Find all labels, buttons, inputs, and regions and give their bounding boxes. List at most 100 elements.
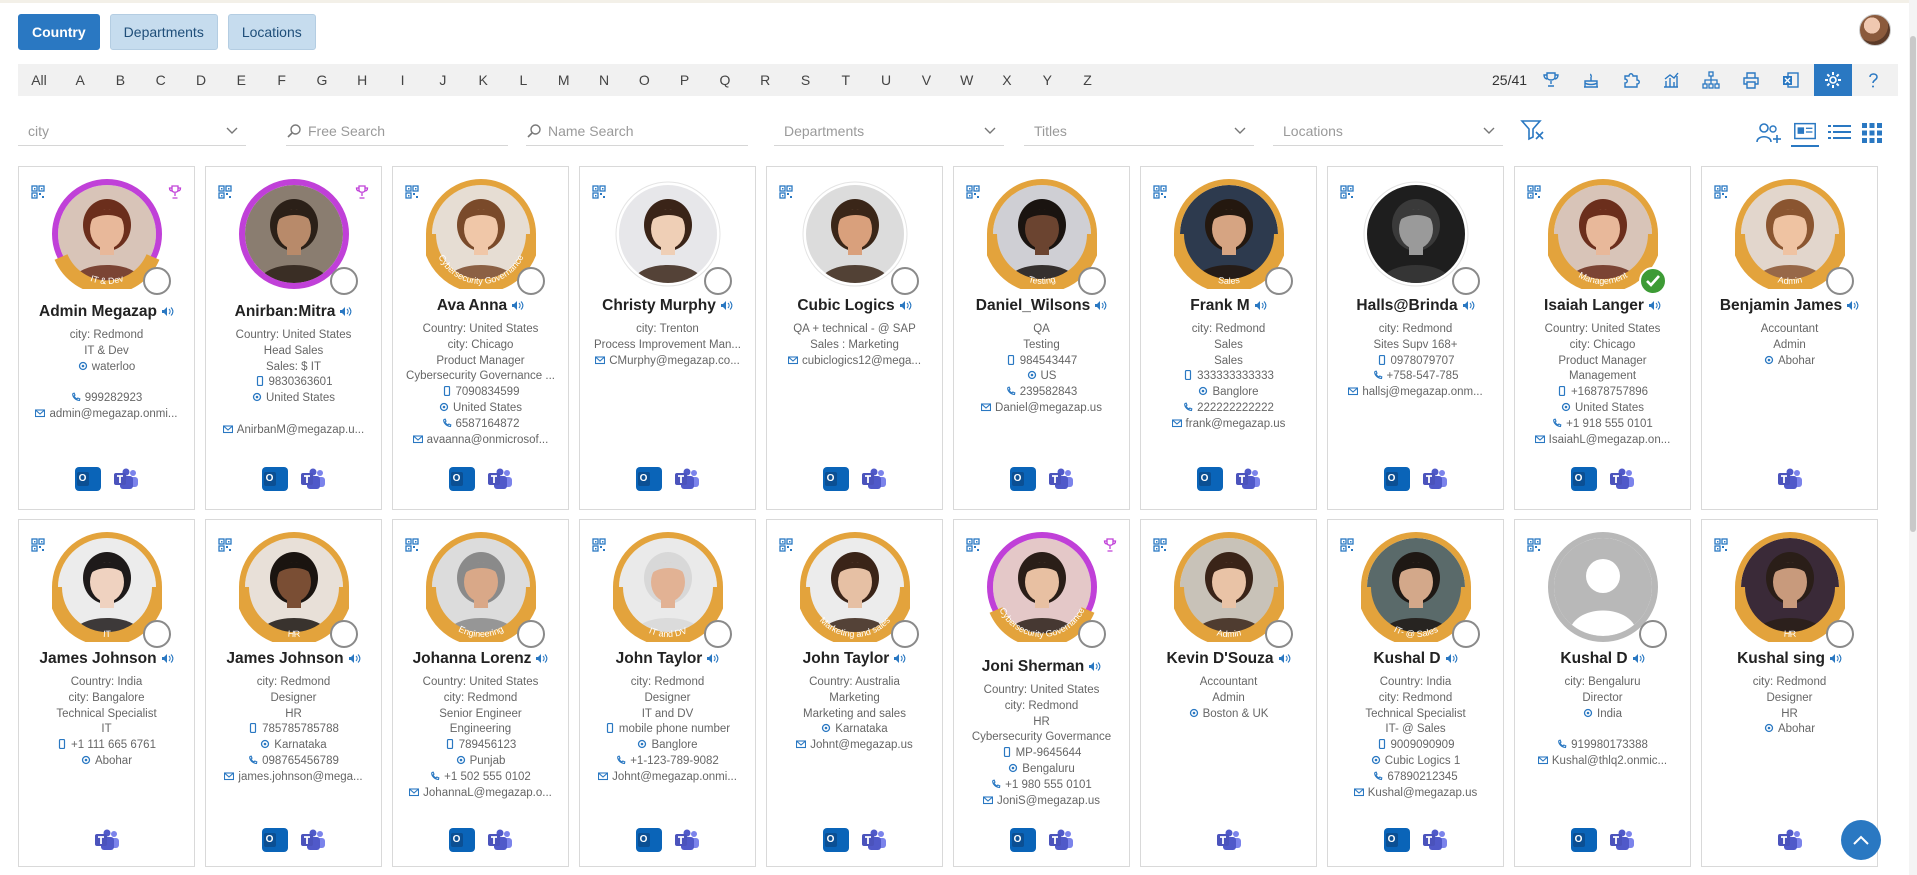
outlook-icon[interactable]: O — [261, 467, 288, 491]
employee-name[interactable]: Kushal D — [1515, 650, 1690, 668]
qr-code-icon[interactable] — [31, 538, 45, 552]
phone-number[interactable]: 785785785788 — [212, 722, 375, 738]
employee-name[interactable]: Admin Megazap — [19, 303, 194, 321]
letter-filter-h[interactable]: H — [342, 72, 382, 88]
profile-photo[interactable]: Admin — [1174, 532, 1293, 648]
help-button[interactable] — [1854, 66, 1892, 94]
outlook-icon[interactable]: O — [448, 828, 475, 852]
speaker-icon[interactable] — [1648, 300, 1661, 311]
employee-name[interactable]: Halls@Brinda — [1328, 297, 1503, 315]
email-link[interactable]: avaanna@onmicrosof... — [399, 433, 562, 449]
phone-number[interactable]: 7090834599 — [399, 385, 562, 401]
birthday-cake-button[interactable] — [1572, 66, 1610, 94]
email-link[interactable]: CMurphy@megazap.co... — [586, 354, 749, 370]
email-link[interactable]: hallsj@megazap.onm... — [1334, 385, 1497, 401]
letter-filter-l[interactable]: L — [503, 72, 543, 88]
qr-code-icon[interactable] — [779, 185, 793, 199]
phone-number[interactable]: 0978079707 — [1334, 354, 1497, 370]
letter-filter-g[interactable]: G — [302, 72, 342, 88]
trophy-button[interactable] — [1532, 66, 1570, 94]
teams-icon[interactable] — [674, 828, 700, 852]
teams-icon[interactable] — [300, 828, 326, 852]
employee-card[interactable]: IT and DV John Taylor city: Redmond Designe… — [579, 519, 756, 867]
phone-number[interactable]: 222222222222 — [1147, 401, 1310, 417]
teams-icon[interactable] — [861, 467, 887, 491]
profile-photo[interactable]: IT- @ Sales — [1361, 532, 1480, 648]
phone-number[interactable]: 9009090909 — [1334, 738, 1497, 754]
speaker-icon[interactable] — [1094, 300, 1107, 311]
phone-number[interactable]: 9830363601 — [212, 375, 375, 391]
letter-filter-j[interactable]: J — [423, 72, 463, 88]
qr-code-icon[interactable] — [1153, 538, 1167, 552]
outlook-icon[interactable]: O — [635, 467, 662, 491]
teams-icon[interactable] — [1235, 467, 1261, 491]
email-link[interactable]: Johnt@megazap.onmi... — [586, 770, 749, 786]
phone-number[interactable]: +758-547-785 — [1334, 369, 1497, 385]
letter-filter-p[interactable]: P — [664, 72, 704, 88]
teams-icon[interactable] — [300, 467, 326, 491]
employee-card[interactable]: HR Kushal sing city: Redmond Designer HR Aboh… — [1701, 519, 1878, 867]
letter-filter-u[interactable]: U — [866, 72, 906, 88]
letter-filter-d[interactable]: D — [181, 72, 221, 88]
profile-photo[interactable]: Engineering — [426, 532, 545, 648]
teams-icon[interactable] — [94, 828, 120, 852]
speaker-icon[interactable] — [1846, 300, 1859, 311]
qr-code-icon[interactable] — [1714, 538, 1728, 552]
employee-name[interactable]: Benjamin James — [1702, 297, 1877, 315]
phone-number[interactable]: 098765456789 — [212, 754, 375, 770]
employee-card[interactable]: IT- @ Sales Kushal D Country: India city: R… — [1327, 519, 1504, 867]
employee-name[interactable]: James Johnson — [206, 650, 381, 668]
outlook-icon[interactable]: O — [448, 467, 475, 491]
qr-code-icon[interactable] — [1153, 185, 1167, 199]
phone-number[interactable]: +1 980 555 0101 — [960, 778, 1123, 794]
employee-card[interactable]: Cubic Logics QA + technical - @ SAP Sales … — [766, 166, 943, 510]
letter-filter-q[interactable]: Q — [705, 72, 745, 88]
letter-filter-a[interactable]: A — [60, 72, 100, 88]
teams-icon[interactable] — [1777, 828, 1803, 852]
letter-filter-v[interactable]: V — [906, 72, 946, 88]
profile-photo[interactable]: Management — [1548, 179, 1667, 295]
phone-number[interactable]: 6587164872 — [399, 417, 562, 433]
qr-code-icon[interactable] — [966, 538, 980, 552]
profile-photo[interactable]: Admin — [1735, 179, 1854, 295]
teams-icon[interactable] — [1777, 467, 1803, 491]
outlook-icon[interactable]: O — [1570, 467, 1597, 491]
letter-filter-r[interactable]: R — [745, 72, 785, 88]
outlook-icon[interactable]: O — [261, 828, 288, 852]
phone-number[interactable]: +1 111 665 6761 — [25, 738, 188, 754]
phone-number[interactable]: +1 918 555 0101 — [1521, 417, 1684, 433]
employee-card[interactable]: Christy Murphy city: Trenton Process Impro… — [579, 166, 756, 510]
profile-photo[interactable]: IT — [52, 532, 171, 648]
letter-filter-z[interactable]: Z — [1067, 72, 1107, 88]
email-link[interactable]: Johnt@megazap.us — [773, 738, 936, 754]
speaker-icon[interactable] — [161, 306, 174, 317]
qr-code-icon[interactable] — [218, 538, 232, 552]
employee-name[interactable]: Cubic Logics — [767, 297, 942, 315]
teams-icon[interactable] — [1048, 828, 1074, 852]
email-link[interactable]: Kushal@megazap.us — [1334, 786, 1497, 802]
letter-filter-all[interactable]: All — [18, 72, 60, 88]
employee-card[interactable]: IT James Johnson Country: India city: Banga… — [18, 519, 195, 867]
outlook-icon[interactable]: O — [1009, 467, 1036, 491]
speaker-icon[interactable] — [161, 653, 174, 664]
tab-locations[interactable]: Locations — [227, 14, 316, 50]
teams-icon[interactable] — [861, 828, 887, 852]
profile-photo[interactable]: Sales — [1174, 179, 1293, 295]
phone-number[interactable]: 333333333333 — [1147, 369, 1310, 385]
phone-number[interactable]: +1-123-789-9082 — [586, 754, 749, 770]
scrollbar-thumb[interactable] — [1910, 36, 1916, 532]
gear-button[interactable] — [1814, 64, 1852, 96]
outlook-icon[interactable]: O — [1570, 828, 1597, 852]
employee-card[interactable]: Kushal D city: Bengaluru Director India 919… — [1514, 519, 1691, 867]
departments-dropdown[interactable]: Departments — [774, 116, 1004, 146]
employee-name[interactable]: Kevin D'Souza — [1141, 650, 1316, 668]
qr-code-icon[interactable] — [779, 538, 793, 552]
profile-photo[interactable] — [800, 179, 919, 295]
speaker-icon[interactable] — [511, 300, 524, 311]
letter-filter-i[interactable]: I — [382, 72, 422, 88]
employee-card[interactable]: Anirban:Mitra Country: United States Head … — [205, 166, 382, 510]
phone-number[interactable]: 239582843 — [960, 385, 1123, 401]
employee-name[interactable]: Daniel_Wilsons — [954, 297, 1129, 315]
employee-card[interactable]: Cybersecurity Governance Ava Anna Country:… — [392, 166, 569, 510]
letter-filter-b[interactable]: B — [100, 72, 140, 88]
